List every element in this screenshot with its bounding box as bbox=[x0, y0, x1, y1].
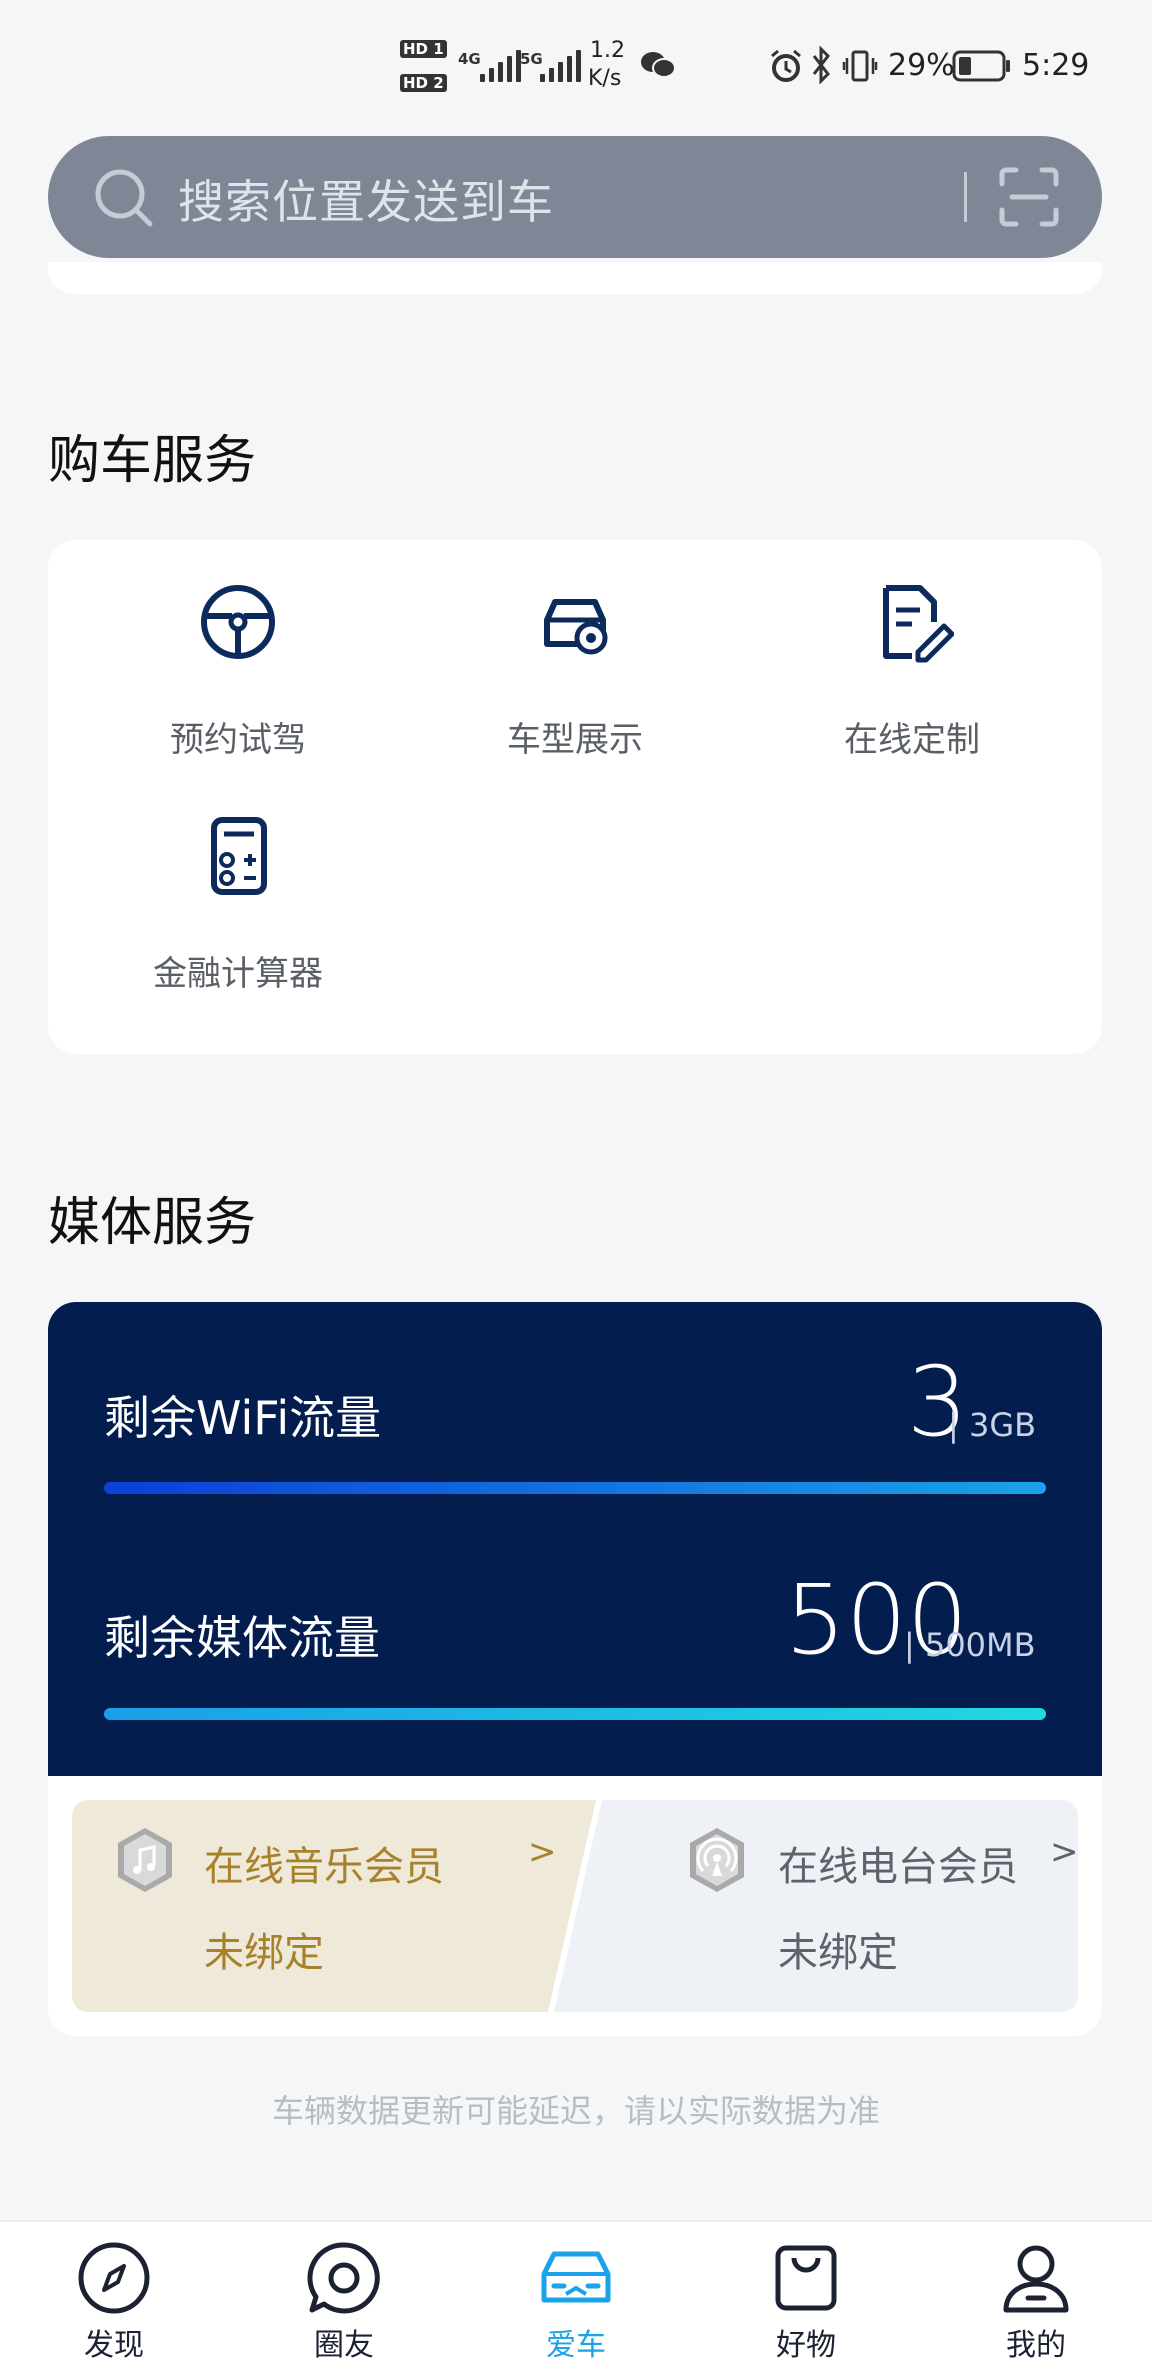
wechat-icon bbox=[640, 50, 676, 84]
radio-membership-title: 在线电台会员 bbox=[778, 1844, 1018, 1890]
service-finance-calculator[interactable]: 金融计算器 bbox=[78, 814, 398, 1014]
document-edit-icon bbox=[870, 580, 955, 668]
clock: 5:29 bbox=[1022, 48, 1090, 83]
net-speed-unit: K/s bbox=[588, 66, 622, 91]
tab-label: 爱车 bbox=[546, 2328, 606, 2363]
service-model-showcase[interactable]: 车型展示 bbox=[415, 580, 735, 780]
membership-card: 在线音乐会员 > 未绑定 在线电台会员 > 未绑定 bbox=[48, 1776, 1102, 2036]
tab-me[interactable]: 我的 bbox=[966, 2222, 1106, 2378]
battery-icon bbox=[952, 50, 1012, 86]
purchase-services-card: 预约试驾 车型展示 在线定制 金融计算器 bbox=[48, 540, 1102, 1054]
data-usage-panel: 剩余WiFi流量 3 | 3GB 剩余媒体流量 500 | 500MB bbox=[48, 1302, 1102, 1776]
signal-5g-icon bbox=[540, 50, 581, 82]
vibrate-icon bbox=[842, 48, 878, 88]
net-4g-label: 4G bbox=[458, 50, 481, 68]
scan-icon[interactable] bbox=[998, 166, 1060, 232]
tab-friends[interactable]: 圈友 bbox=[274, 2222, 414, 2378]
person-icon bbox=[998, 2240, 1074, 2320]
tab-label: 发现 bbox=[84, 2328, 144, 2363]
compass-icon bbox=[76, 2240, 152, 2320]
service-online-customize[interactable]: 在线定制 bbox=[752, 580, 1072, 780]
search-bar[interactable]: 搜索位置发送到车 bbox=[48, 136, 1102, 258]
tab-shop[interactable]: 好物 bbox=[736, 2222, 876, 2378]
tab-label: 圈友 bbox=[314, 2328, 374, 2363]
tab-my-car[interactable]: 爱车 bbox=[506, 2222, 646, 2378]
wifi-data-label: 剩余WiFi流量 bbox=[104, 1391, 382, 1445]
media-data-progress-bar bbox=[104, 1708, 1046, 1720]
section-title-media: 媒体服务 bbox=[48, 1193, 257, 1253]
signal-4g-icon bbox=[480, 50, 521, 82]
wifi-data-value: 3 bbox=[906, 1346, 968, 1458]
tab-label: 好物 bbox=[776, 2328, 836, 2363]
search-icon bbox=[92, 166, 156, 234]
service-test-drive[interactable]: 预约试驾 bbox=[78, 580, 398, 780]
music-membership-status: 未绑定 bbox=[204, 1930, 324, 1976]
service-label: 预约试驾 bbox=[170, 720, 306, 760]
battery-percent: 29% bbox=[888, 48, 955, 83]
chevron-right-icon: > bbox=[1050, 1832, 1079, 1872]
radio-membership-status: 未绑定 bbox=[778, 1930, 898, 1976]
shopping-bag-icon bbox=[768, 2240, 844, 2320]
wifi-data-progress-bar bbox=[104, 1482, 1046, 1494]
car-icon bbox=[538, 2240, 614, 2320]
service-label: 在线定制 bbox=[844, 720, 980, 760]
music-membership[interactable]: 在线音乐会员 > 未绑定 bbox=[72, 1800, 596, 2012]
media-data-unit: | 500MB bbox=[904, 1626, 1036, 1664]
radio-broadcast-icon bbox=[686, 1826, 748, 1898]
previous-card-edge bbox=[48, 262, 1102, 294]
wifi-data-unit: | 3GB bbox=[948, 1406, 1037, 1444]
tab-label: 我的 bbox=[1006, 2328, 1066, 2363]
bluetooth-icon bbox=[810, 45, 834, 88]
hd2-badge: HD 2 bbox=[400, 74, 447, 92]
service-label: 车型展示 bbox=[507, 720, 643, 760]
net-speed-value: 1.2 bbox=[590, 38, 625, 63]
alarm-icon bbox=[768, 48, 804, 88]
bottom-tab-bar: 发现 圈友 爱车 好物 我的 bbox=[0, 2220, 1152, 2378]
calculator-icon bbox=[196, 814, 280, 902]
music-note-icon bbox=[114, 1826, 176, 1898]
tab-discover[interactable]: 发现 bbox=[44, 2222, 184, 2378]
status-bar: HD 1 HD 2 4G 5G 1.2 K/s 29% 5:29 bbox=[0, 0, 1152, 130]
radio-membership[interactable]: 在线电台会员 > 未绑定 bbox=[554, 1800, 1079, 2012]
service-label: 金融计算器 bbox=[153, 954, 323, 994]
car-view-icon bbox=[533, 580, 617, 668]
data-disclaimer: 车辆数据更新可能延迟，请以实际数据为准 bbox=[271, 2092, 880, 2130]
steering-wheel-icon bbox=[196, 580, 280, 668]
chat-circle-icon bbox=[306, 2240, 382, 2320]
search-divider bbox=[964, 172, 967, 222]
section-title-purchase: 购车服务 bbox=[48, 431, 257, 491]
media-data-label: 剩余媒体流量 bbox=[104, 1611, 380, 1665]
hd1-badge: HD 1 bbox=[400, 40, 447, 58]
search-input[interactable]: 搜索位置发送到车 bbox=[178, 166, 554, 232]
music-membership-title: 在线音乐会员 bbox=[204, 1844, 444, 1890]
chevron-right-icon: > bbox=[528, 1832, 557, 1872]
